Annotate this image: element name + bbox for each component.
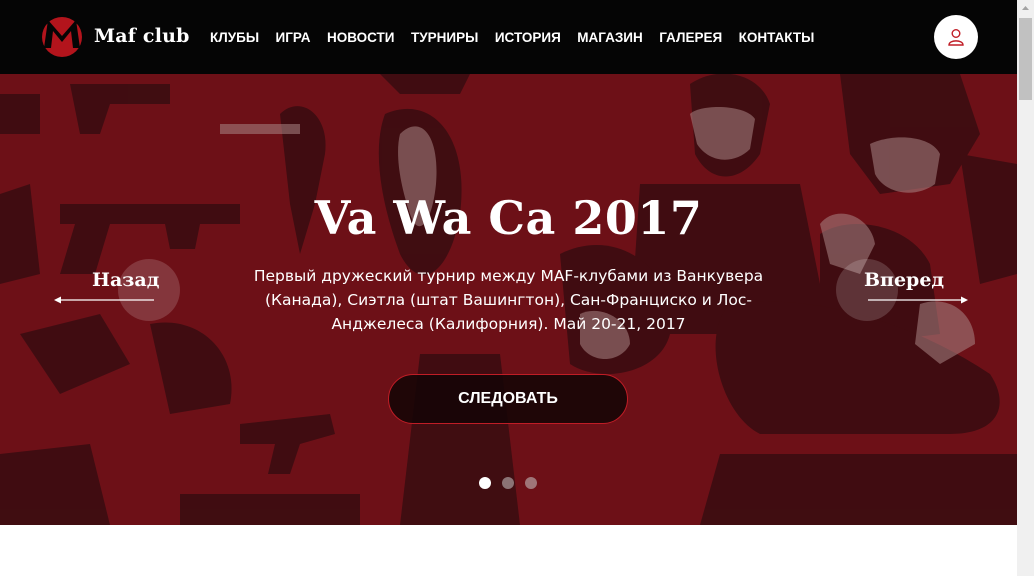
slider-next-button[interactable]: Вперед	[836, 259, 968, 321]
logo-icon	[42, 17, 82, 57]
nav-item-news[interactable]: НОВОСТИ	[327, 30, 395, 45]
nav-item-gallery[interactable]: ГАЛЕРЕЯ	[659, 30, 722, 45]
site-header: Maf club КЛУБЫ ИГРА НОВОСТИ ТУРНИРЫ ИСТО…	[0, 0, 1017, 74]
page-scrollbar[interactable]	[1017, 0, 1034, 576]
slide-title: Va Wa Ca 2017	[314, 191, 703, 245]
slider-dots	[479, 477, 548, 489]
logo[interactable]: Maf club	[38, 14, 190, 58]
slide-dot-3[interactable]	[525, 477, 537, 489]
follow-button[interactable]: СЛЕДОВАТЬ	[388, 374, 628, 424]
scrollbar-thumb[interactable]	[1019, 18, 1032, 100]
slide-dot-1[interactable]	[479, 477, 491, 489]
hero-slider: Va Wa Ca 2017 Первый дружеский турнир ме…	[0, 74, 1017, 525]
user-account-button[interactable]	[934, 15, 978, 59]
prev-label: Назад	[92, 269, 160, 291]
slide-dot-2[interactable]	[502, 477, 514, 489]
scroll-up-arrow-icon[interactable]	[1017, 0, 1034, 17]
brand-name: Maf club	[94, 25, 190, 47]
slider-prev-button[interactable]: Назад	[54, 259, 184, 321]
nav-item-history[interactable]: ИСТОРИЯ	[495, 30, 561, 45]
nav-item-shop[interactable]: МАГАЗИН	[577, 30, 642, 45]
nav-item-tournaments[interactable]: ТУРНИРЫ	[411, 30, 478, 45]
next-label: Вперед	[864, 269, 945, 291]
user-icon	[948, 29, 964, 46]
nav-item-clubs[interactable]: КЛУБЫ	[210, 30, 259, 45]
main-nav: КЛУБЫ ИГРА НОВОСТИ ТУРНИРЫ ИСТОРИЯ МАГАЗ…	[210, 0, 831, 74]
nav-item-contacts[interactable]: КОНТАКТЫ	[739, 30, 815, 45]
arrow-right-icon	[868, 296, 968, 304]
nav-item-game[interactable]: ИГРА	[276, 30, 311, 45]
slide-description: Первый дружеский турнир между MAF-клубам…	[253, 267, 764, 333]
arrow-left-icon	[54, 296, 154, 304]
